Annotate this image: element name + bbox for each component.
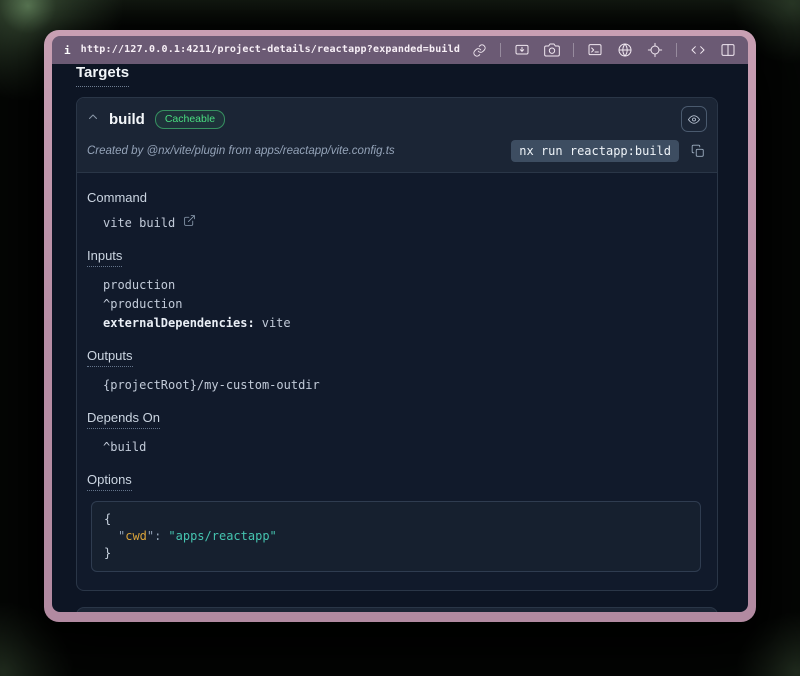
split-editor-icon[interactable] [719, 41, 737, 59]
cacheable-badge: Cacheable [155, 110, 225, 129]
depends-on-list: ^build [103, 438, 705, 457]
output-item: {projectRoot}/my-custom-outdir [103, 376, 705, 395]
external-link-icon[interactable] [183, 214, 196, 233]
target-card-build: build Cacheable Created by @nx/vite/plug… [76, 97, 718, 591]
address-url[interactable]: http://127.0.0.1:4211/project-details/re… [81, 45, 460, 55]
command-value-line: vite build [103, 214, 705, 233]
json-string-value: apps/reactapp [176, 529, 270, 543]
globe-icon[interactable] [616, 41, 634, 59]
build-target-subheader: Created by @nx/vite/plugin from apps/rea… [77, 134, 717, 173]
build-target-header[interactable]: build Cacheable [77, 98, 717, 134]
target-card-serve[interactable]: serve vite serve [76, 607, 718, 612]
run-command-chip: nx run reactapp:build [511, 140, 679, 162]
chevron-up-icon[interactable] [87, 110, 99, 128]
json-cwd-line: "cwd":"apps/reactapp" [104, 528, 688, 545]
titlebar-separator [573, 43, 574, 57]
terminal-icon[interactable] [586, 41, 604, 59]
inputs-list: production ^production externalDependenc… [103, 276, 705, 333]
project-details-page: Targets build Cacheable Created by @nx/v… [52, 64, 748, 612]
input-item-named: externalDependencies: vite [103, 314, 705, 333]
browser-window: i http://127.0.0.1:4211/project-details/… [44, 30, 756, 622]
outputs-section-label: Outputs [87, 348, 705, 367]
json-close-brace: } [104, 545, 688, 562]
command-section-label: Command [87, 190, 705, 205]
view-in-graph-button[interactable] [681, 106, 707, 132]
depends-on-section-label: Depends On [87, 410, 705, 429]
page-title: Targets [76, 64, 129, 87]
command-value: vite build [103, 214, 175, 233]
options-json-block: { "cwd":"apps/reactapp" } [91, 501, 701, 572]
outputs-list: {projectRoot}/my-custom-outdir [103, 376, 705, 395]
options-section-label: Options [87, 472, 705, 491]
info-icon: i [64, 45, 71, 56]
link-icon[interactable] [470, 41, 488, 59]
target-icon[interactable] [646, 41, 664, 59]
inputs-section-label: Inputs [87, 248, 705, 267]
json-key: cwd [125, 529, 147, 543]
camera-icon[interactable] [543, 41, 561, 59]
code-icon[interactable] [689, 41, 707, 59]
depends-on-item: ^build [103, 438, 705, 457]
named-input-value: vite [262, 316, 291, 330]
created-by-text: Created by @nx/vite/plugin from apps/rea… [87, 145, 501, 157]
input-item: ^production [103, 295, 705, 314]
json-open-brace: { [104, 511, 688, 528]
copy-icon[interactable] [689, 142, 707, 160]
target-name: build [109, 111, 145, 128]
titlebar-actions [470, 41, 737, 59]
input-item: production [103, 276, 705, 295]
named-input-key: externalDependencies: [103, 316, 255, 330]
titlebar-separator [500, 43, 501, 57]
titlebar: i http://127.0.0.1:4211/project-details/… [52, 36, 748, 64]
titlebar-separator [676, 43, 677, 57]
screencast-icon[interactable] [513, 41, 531, 59]
build-target-details: Command vite build Inputs production ^pr… [77, 173, 717, 590]
